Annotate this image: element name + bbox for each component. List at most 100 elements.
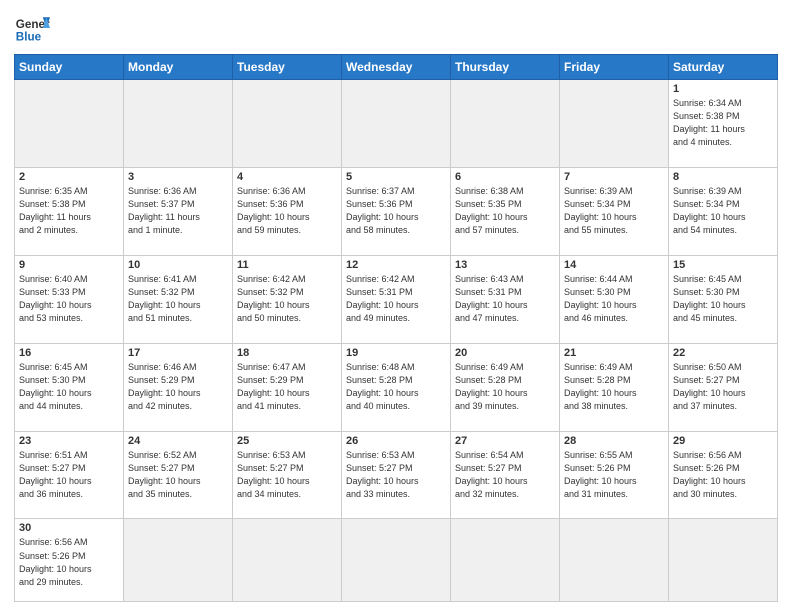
calendar-cell bbox=[560, 80, 669, 168]
day-number: 19 bbox=[346, 347, 446, 359]
calendar-cell: 17 Sunrise: 6:46 AM Sunset: 5:29 PM Dayli… bbox=[124, 343, 233, 431]
calendar-cell: 23 Sunrise: 6:51 AM Sunset: 5:27 PM Dayli… bbox=[15, 431, 124, 519]
generalblue-logo-icon: General Blue bbox=[14, 10, 50, 46]
day-info: Sunrise: 6:54 AM Sunset: 5:27 PM Dayligh… bbox=[455, 449, 555, 501]
calendar-cell: 9 Sunrise: 6:40 AM Sunset: 5:33 PM Daylig… bbox=[15, 255, 124, 343]
calendar-cell bbox=[451, 519, 560, 602]
day-info: Sunrise: 6:53 AM Sunset: 5:27 PM Dayligh… bbox=[346, 449, 446, 501]
day-number: 6 bbox=[455, 171, 555, 183]
calendar-cell bbox=[124, 519, 233, 602]
week-row-2: 2 Sunrise: 6:35 AM Sunset: 5:38 PM Daylig… bbox=[15, 167, 778, 255]
day-info: Sunrise: 6:48 AM Sunset: 5:28 PM Dayligh… bbox=[346, 361, 446, 413]
calendar-cell: 22Sunrise: 6:50 AM Sunset: 5:27 PM Dayli… bbox=[669, 343, 778, 431]
day-info: Sunrise: 6:44 AM Sunset: 5:30 PM Dayligh… bbox=[564, 273, 664, 325]
day-info: Sunrise: 6:41 AM Sunset: 5:32 PM Dayligh… bbox=[128, 273, 228, 325]
day-number: 22 bbox=[673, 347, 773, 359]
day-number: 9 bbox=[19, 259, 119, 271]
day-number: 7 bbox=[564, 171, 664, 183]
day-number: 30 bbox=[19, 522, 119, 534]
calendar-cell: 20Sunrise: 6:49 AM Sunset: 5:28 PM Dayli… bbox=[451, 343, 560, 431]
day-info: Sunrise: 6:46 AM Sunset: 5:29 PM Dayligh… bbox=[128, 361, 228, 413]
weekday-header-row: SundayMondayTuesdayWednesdayThursdayFrid… bbox=[15, 55, 778, 80]
day-number: 2 bbox=[19, 171, 119, 183]
day-info: Sunrise: 6:43 AM Sunset: 5:31 PM Dayligh… bbox=[455, 273, 555, 325]
calendar-cell bbox=[342, 80, 451, 168]
calendar-cell bbox=[233, 80, 342, 168]
day-info: Sunrise: 6:56 AM Sunset: 5:26 PM Dayligh… bbox=[673, 449, 773, 501]
calendar-cell bbox=[560, 519, 669, 602]
calendar-cell: 8 Sunrise: 6:39 AM Sunset: 5:34 PM Daylig… bbox=[669, 167, 778, 255]
weekday-header-monday: Monday bbox=[124, 55, 233, 80]
day-number: 17 bbox=[128, 347, 228, 359]
weekday-header-thursday: Thursday bbox=[451, 55, 560, 80]
day-info: Sunrise: 6:55 AM Sunset: 5:26 PM Dayligh… bbox=[564, 449, 664, 501]
week-row-1: 1 Sunrise: 6:34 AM Sunset: 5:38 PM Daylig… bbox=[15, 80, 778, 168]
calendar-cell: 25 Sunrise: 6:53 AM Sunset: 5:27 PM Dayli… bbox=[233, 431, 342, 519]
day-number: 23 bbox=[19, 435, 119, 447]
calendar-cell: 29 Sunrise: 6:56 AM Sunset: 5:26 PM Dayli… bbox=[669, 431, 778, 519]
svg-text:Blue: Blue bbox=[16, 31, 42, 44]
day-info: Sunrise: 6:45 AM Sunset: 5:30 PM Dayligh… bbox=[19, 361, 119, 413]
day-info: Sunrise: 6:45 AM Sunset: 5:30 PM Dayligh… bbox=[673, 273, 773, 325]
day-number: 29 bbox=[673, 435, 773, 447]
weekday-header-sunday: Sunday bbox=[15, 55, 124, 80]
calendar-table: SundayMondayTuesdayWednesdayThursdayFrid… bbox=[14, 54, 778, 602]
day-info: Sunrise: 6:39 AM Sunset: 5:34 PM Dayligh… bbox=[564, 185, 664, 237]
calendar-cell: 4Sunrise: 6:36 AM Sunset: 5:36 PM Daylig… bbox=[233, 167, 342, 255]
calendar-cell: 3Sunrise: 6:36 AM Sunset: 5:37 PM Daylig… bbox=[124, 167, 233, 255]
calendar-cell bbox=[451, 80, 560, 168]
calendar-cell: 24Sunrise: 6:52 AM Sunset: 5:27 PM Dayli… bbox=[124, 431, 233, 519]
calendar-cell: 11Sunrise: 6:42 AM Sunset: 5:32 PM Dayli… bbox=[233, 255, 342, 343]
week-row-4: 16Sunrise: 6:45 AM Sunset: 5:30 PM Dayli… bbox=[15, 343, 778, 431]
page: General Blue SundayMondayTuesdayWednesda… bbox=[0, 0, 792, 612]
day-info: Sunrise: 6:37 AM Sunset: 5:36 PM Dayligh… bbox=[346, 185, 446, 237]
day-number: 15 bbox=[673, 259, 773, 271]
day-number: 25 bbox=[237, 435, 337, 447]
day-info: Sunrise: 6:35 AM Sunset: 5:38 PM Dayligh… bbox=[19, 185, 119, 237]
day-number: 12 bbox=[346, 259, 446, 271]
week-row-3: 9 Sunrise: 6:40 AM Sunset: 5:33 PM Daylig… bbox=[15, 255, 778, 343]
calendar-cell: 18 Sunrise: 6:47 AM Sunset: 5:29 PM Dayli… bbox=[233, 343, 342, 431]
calendar-cell: 19 Sunrise: 6:48 AM Sunset: 5:28 PM Dayli… bbox=[342, 343, 451, 431]
weekday-header-friday: Friday bbox=[560, 55, 669, 80]
day-info: Sunrise: 6:39 AM Sunset: 5:34 PM Dayligh… bbox=[673, 185, 773, 237]
day-number: 21 bbox=[564, 347, 664, 359]
day-number: 24 bbox=[128, 435, 228, 447]
day-number: 28 bbox=[564, 435, 664, 447]
calendar-cell: 26Sunrise: 6:53 AM Sunset: 5:27 PM Dayli… bbox=[342, 431, 451, 519]
week-row-5: 23 Sunrise: 6:51 AM Sunset: 5:27 PM Dayli… bbox=[15, 431, 778, 519]
calendar-cell: 15 Sunrise: 6:45 AM Sunset: 5:30 PM Dayli… bbox=[669, 255, 778, 343]
day-number: 1 bbox=[673, 83, 773, 95]
day-info: Sunrise: 6:51 AM Sunset: 5:27 PM Dayligh… bbox=[19, 449, 119, 501]
day-number: 18 bbox=[237, 347, 337, 359]
calendar-cell: 28 Sunrise: 6:55 AM Sunset: 5:26 PM Dayli… bbox=[560, 431, 669, 519]
logo-area: General Blue bbox=[14, 10, 50, 46]
day-info: Sunrise: 6:38 AM Sunset: 5:35 PM Dayligh… bbox=[455, 185, 555, 237]
calendar-cell: 2 Sunrise: 6:35 AM Sunset: 5:38 PM Daylig… bbox=[15, 167, 124, 255]
calendar-cell: 14Sunrise: 6:44 AM Sunset: 5:30 PM Dayli… bbox=[560, 255, 669, 343]
calendar-cell: 10 Sunrise: 6:41 AM Sunset: 5:32 PM Dayli… bbox=[124, 255, 233, 343]
day-number: 4 bbox=[237, 171, 337, 183]
day-number: 8 bbox=[673, 171, 773, 183]
day-info: Sunrise: 6:53 AM Sunset: 5:27 PM Dayligh… bbox=[237, 449, 337, 501]
day-number: 11 bbox=[237, 259, 337, 271]
calendar-cell: 12Sunrise: 6:42 AM Sunset: 5:31 PM Dayli… bbox=[342, 255, 451, 343]
calendar-cell: 30Sunrise: 6:56 AM Sunset: 5:26 PM Dayli… bbox=[15, 519, 124, 602]
calendar-cell bbox=[124, 80, 233, 168]
calendar-cell: 1 Sunrise: 6:34 AM Sunset: 5:38 PM Daylig… bbox=[669, 80, 778, 168]
calendar-cell: 5 Sunrise: 6:37 AM Sunset: 5:36 PM Daylig… bbox=[342, 167, 451, 255]
weekday-header-saturday: Saturday bbox=[669, 55, 778, 80]
day-number: 27 bbox=[455, 435, 555, 447]
day-number: 5 bbox=[346, 171, 446, 183]
weekday-header-wednesday: Wednesday bbox=[342, 55, 451, 80]
weekday-header-tuesday: Tuesday bbox=[233, 55, 342, 80]
day-number: 10 bbox=[128, 259, 228, 271]
day-info: Sunrise: 6:40 AM Sunset: 5:33 PM Dayligh… bbox=[19, 273, 119, 325]
day-info: Sunrise: 6:34 AM Sunset: 5:38 PM Dayligh… bbox=[673, 97, 773, 149]
calendar-cell: 27 Sunrise: 6:54 AM Sunset: 5:27 PM Dayli… bbox=[451, 431, 560, 519]
calendar-cell bbox=[15, 80, 124, 168]
calendar-cell: 7 Sunrise: 6:39 AM Sunset: 5:34 PM Daylig… bbox=[560, 167, 669, 255]
calendar-cell bbox=[342, 519, 451, 602]
day-info: Sunrise: 6:47 AM Sunset: 5:29 PM Dayligh… bbox=[237, 361, 337, 413]
day-info: Sunrise: 6:36 AM Sunset: 5:37 PM Dayligh… bbox=[128, 185, 228, 237]
